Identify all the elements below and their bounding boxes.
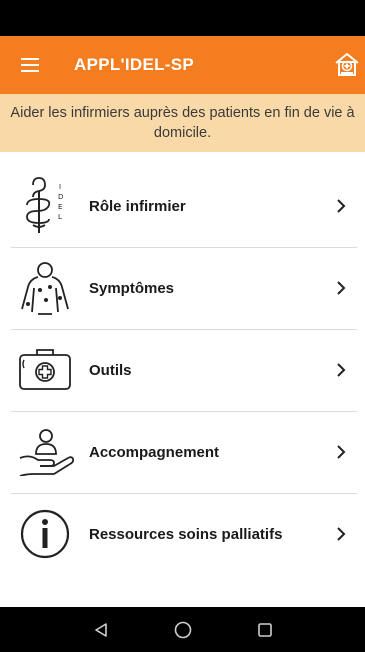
caduceus-idel-icon: I D E L [14, 176, 76, 236]
svg-text:D: D [58, 193, 63, 201]
menu-button[interactable] [2, 36, 58, 94]
chevron-right-icon [337, 281, 346, 295]
app-title: APPL'IDEL-SP [74, 55, 195, 74]
menu-item-label: Ressources soins palliatifs [89, 525, 283, 543]
chevron-right-icon [337, 363, 346, 377]
menu-list: I D E L Rôle infirmier Symptômes Outils … [0, 165, 365, 575]
info-circle-icon [14, 504, 76, 564]
menu-item-symptomes[interactable]: Symptômes [0, 247, 365, 329]
body-pain-icon [14, 258, 76, 318]
home-nav-button[interactable] [163, 615, 203, 645]
svg-text:E: E [58, 203, 62, 211]
status-bar [0, 0, 365, 36]
medical-kit-icon [14, 340, 76, 400]
menu-item-ressources[interactable]: Ressources soins palliatifs [0, 493, 365, 575]
svg-text:I: I [59, 183, 61, 191]
hand-holding-person-icon [14, 422, 76, 482]
menu-item-label: Accompagnement [89, 443, 220, 461]
menu-item-label: Outils [89, 361, 132, 379]
menu-item-accompagnement[interactable]: Accompagnement [0, 411, 365, 493]
menu-item-outils[interactable]: Outils [0, 329, 365, 411]
svg-text:L: L [58, 213, 62, 221]
app-bar: APPL'IDEL-SP [0, 36, 365, 94]
back-button[interactable] [81, 615, 121, 645]
recents-button[interactable] [245, 615, 285, 645]
chevron-right-icon [337, 527, 346, 541]
menu-item-label: Rôle infirmier [89, 197, 186, 215]
house-medical-icon [335, 53, 359, 76]
circle-home-icon [174, 621, 191, 638]
triangle-back-icon [94, 622, 107, 637]
home-button[interactable] [333, 51, 361, 79]
chevron-right-icon [337, 199, 346, 213]
tagline-banner: Aider les infirmiers auprès des patients… [0, 94, 365, 152]
menu-item-label: Symptômes [89, 279, 175, 297]
square-recents-icon [257, 622, 272, 637]
hamburger-menu-icon [21, 58, 39, 72]
menu-item-role-infirmier[interactable]: I D E L Rôle infirmier [0, 165, 365, 247]
system-nav-bar [0, 607, 365, 652]
chevron-right-icon [337, 445, 346, 459]
